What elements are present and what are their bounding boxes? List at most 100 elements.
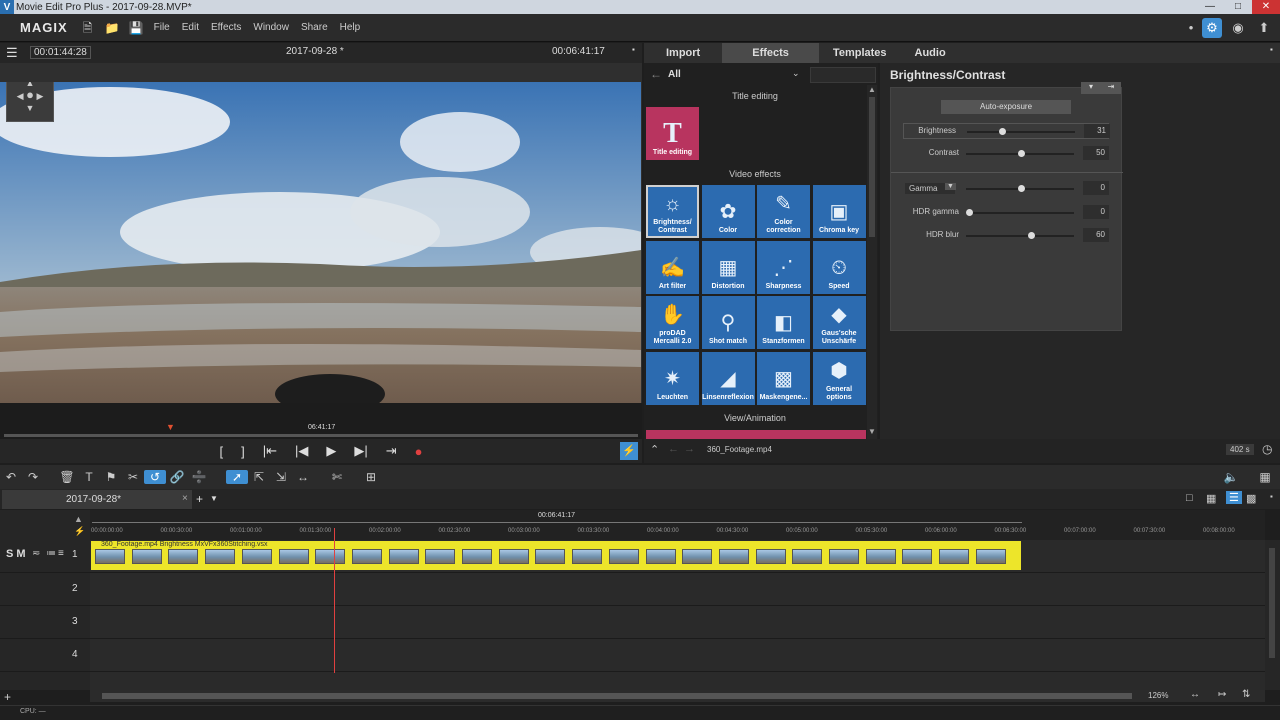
upload-icon[interactable]: ⬆ (1254, 18, 1274, 38)
close-button[interactable]: ✕ (1252, 0, 1280, 14)
effect-tile[interactable]: ✷ Leuchten (646, 351, 699, 405)
disc-icon[interactable]: ◉ (1228, 18, 1248, 38)
scroll-up-icon[interactable]: ▲ (868, 85, 876, 94)
pointer-tool-icon[interactable]: ➚ (226, 470, 248, 484)
tab-effects[interactable]: Effects (722, 43, 819, 63)
effect-tile-title-editing[interactable]: T Title editing (646, 107, 699, 160)
menu-share[interactable]: Share (301, 22, 328, 33)
save-icon[interactable]: 💾 (129, 21, 144, 35)
scrub-playhead-marker[interactable]: ▼ (166, 422, 175, 432)
slider-knob[interactable] (966, 209, 973, 216)
effect-tile[interactable]: ✎ Color correction (757, 185, 810, 238)
effect-tile[interactable]: ✿ Color (701, 185, 755, 238)
effect-tile[interactable]: ⚲ Shot match (701, 296, 755, 349)
arrow-left-icon[interactable]: ◀ (17, 91, 24, 101)
track-mode-icon[interactable]: ≂ (32, 548, 40, 559)
view-animation-tiles-peek[interactable] (646, 430, 866, 439)
stretch-icon[interactable]: ↔ (292, 470, 314, 484)
timeline-vscroll[interactable] (1265, 540, 1280, 690)
effects-mode-icon[interactable]: ⚙ (1202, 18, 1222, 38)
category-dropdown[interactable]: All (668, 69, 681, 80)
effect-tile[interactable]: ▦ Distortion (701, 240, 755, 294)
ripple-icon[interactable]: ↺ (144, 470, 166, 484)
dot-icon[interactable]: • (1186, 18, 1196, 38)
slider-track[interactable] (966, 235, 1074, 237)
view-storyboard-icon[interactable]: ▩ (1246, 492, 1256, 505)
slider-knob[interactable] (1018, 185, 1025, 192)
expand-up-icon[interactable]: ⌃ (650, 443, 659, 456)
video-clip[interactable]: 360_Footage.mp4 Brightness MxVFx360Stitc… (91, 541, 1021, 570)
slider-value-field[interactable]: 0 (1083, 205, 1109, 219)
slider-value-field[interactable]: 31 (1084, 124, 1110, 138)
go-to-end-button[interactable]: ⇥ (386, 443, 397, 459)
slider-knob[interactable] (1018, 150, 1025, 157)
effect-tile[interactable]: ☼ Brightness/ Contrast (646, 185, 699, 238)
slider-value-field[interactable]: 0 (1083, 181, 1109, 195)
timeline-options-icon[interactable]: ▪ (1270, 492, 1273, 501)
effects-search-input[interactable] (810, 67, 876, 83)
chevron-down-icon[interactable]: ⌄ (792, 68, 800, 79)
menu-window[interactable]: Window (253, 22, 289, 33)
menu-edit[interactable]: Edit (182, 22, 199, 33)
effects-scrollbar[interactable]: ▲ ▼ (867, 85, 877, 439)
effect-tile[interactable]: ◆ Gaus'sche Unschärfe (812, 296, 866, 349)
scroll-thumb[interactable] (869, 97, 875, 237)
link-icon[interactable]: 🔗 (166, 470, 188, 484)
auto-exposure-button[interactable]: Auto-exposure (941, 100, 1071, 114)
prev-frame-button[interactable]: |◀ (295, 443, 308, 459)
solo-mute-buttons[interactable]: S M (6, 548, 26, 560)
tab-import[interactable]: Import (644, 43, 722, 63)
marker-flag-icon[interactable]: ⚑ (100, 470, 122, 484)
zoom-range-icon[interactable]: ↦ (1218, 689, 1226, 700)
tab-templates[interactable]: Templates (819, 43, 901, 63)
slider-value-field[interactable]: 50 (1083, 146, 1109, 160)
effect-tile[interactable]: ▩ Maskengene... (757, 351, 810, 405)
minimize-button[interactable]: — (1196, 0, 1224, 14)
mark-in-button[interactable]: [ (219, 444, 223, 459)
volume-icon[interactable]: 🔈 (1220, 470, 1242, 484)
track-lock-icon[interactable]: ≔ (46, 548, 56, 559)
track-fx-icon[interactable]: ≡ (58, 548, 64, 559)
tab-audio[interactable]: Audio (901, 43, 960, 63)
split-icon[interactable]: ✂ (122, 470, 144, 484)
slider-track[interactable] (966, 212, 1074, 214)
timeline-playhead[interactable] (334, 528, 335, 673)
scrub-bar[interactable] (4, 434, 638, 437)
new-file-icon[interactable]: 🗎 (81, 21, 95, 35)
open-folder-icon[interactable]: 📁 (105, 21, 120, 35)
maximize-button[interactable]: □ (1224, 0, 1252, 14)
pool-options-icon[interactable]: ▪ (1270, 45, 1273, 54)
zoom-fit-icon[interactable]: ↔ (1190, 689, 1200, 700)
tab-project[interactable]: 2017-09-28* × (2, 490, 192, 509)
close-tab-icon[interactable]: × (182, 493, 188, 504)
navigation-360-control[interactable]: ▲ ◀ ● ▶ ▼ (6, 82, 54, 122)
undo-icon[interactable]: ↶ (0, 470, 22, 484)
add-track-icon[interactable]: + (4, 690, 11, 704)
gamma-dropdown-icon[interactable]: ▼ (945, 183, 956, 190)
effect-tile[interactable]: ⋰ Sharpness (757, 240, 810, 294)
view-timeline-icon[interactable]: ☰ (1226, 491, 1242, 504)
timeline-hscroll[interactable]: 126% ↔ ↦ ⇅ (90, 689, 1265, 702)
track-height-icon[interactable]: ⚡ (74, 526, 85, 537)
mixer-icon[interactable]: ▦ (1254, 470, 1276, 484)
effect-tile[interactable]: ▣ Chroma key (812, 185, 866, 238)
insert-icon[interactable]: ⊞ (360, 470, 382, 484)
reset-icon[interactable]: ⇥ (1101, 82, 1121, 94)
arrow-right-icon[interactable]: ▶ (36, 91, 43, 101)
play-button[interactable]: ▶ (326, 443, 336, 459)
effect-tile[interactable]: ✍ Art filter (646, 240, 699, 294)
arrow-down-icon[interactable]: ▼ (26, 103, 35, 113)
zoom-level[interactable]: 126% (1148, 691, 1168, 700)
mark-out-button[interactable]: ] (241, 444, 245, 459)
joystick-icon[interactable]: ● (26, 87, 34, 102)
add-tab-icon[interactable]: + (196, 492, 203, 506)
view-single-icon[interactable]: □ (1186, 492, 1193, 504)
hscroll-thumb[interactable] (102, 693, 1132, 699)
cut-icon[interactable]: ✄ (326, 470, 348, 484)
timeline-ruler[interactable]: 00:06:41:17 00:00:00:00 00:00:30:00 00:01:… (90, 510, 1265, 540)
go-to-start-button[interactable]: |⇤ (263, 443, 277, 459)
effect-tile[interactable]: ◢ Linsenreflexion (701, 351, 755, 405)
clock-icon[interactable]: ◷ (1262, 442, 1272, 456)
view-grid-icon[interactable]: ▦ (1206, 492, 1216, 505)
slider-knob[interactable] (1028, 232, 1036, 239)
